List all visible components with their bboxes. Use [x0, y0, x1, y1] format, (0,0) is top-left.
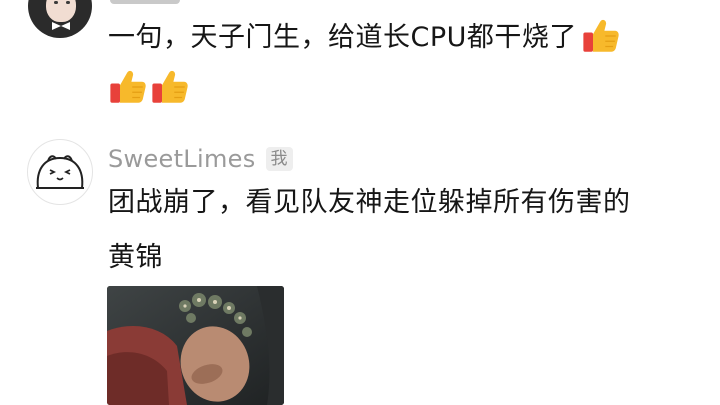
mochi-cat-icon [36, 155, 84, 189]
thumbs-up-icon [110, 70, 146, 103]
comment-item[interactable]: SweetLimes 我 团战崩了，看见队友神走位躲掉所有伤害的 黄锦 [0, 136, 720, 405]
avatar-eye [54, 1, 58, 4]
comment-text: 一句，天子门生，给道长CPU都干烧了 [108, 15, 621, 61]
avatar-eye [66, 1, 70, 4]
thumbs-up-icon [583, 19, 619, 52]
username[interactable]: SweetLimes [108, 145, 256, 173]
comment-text-line: 黄锦 [108, 242, 163, 273]
avatar-face [46, 0, 76, 22]
avatar[interactable] [27, 139, 93, 205]
thumbs-up-icon [152, 70, 188, 103]
comment-header: SweetLimes 我 [108, 142, 293, 176]
username-cut-off [110, 0, 180, 4]
photo-illustration [107, 286, 284, 405]
attached-image[interactable] [107, 286, 284, 405]
comment-item[interactable]: 一句，天子门生，给道长CPU都干烧了 [0, 0, 720, 128]
me-badge: 我 [265, 147, 293, 171]
comment-text-line: 团战崩了，看见队友神走位躲掉所有伤害的 [108, 187, 631, 218]
avatar-bow-tie [52, 22, 70, 30]
comment-text-content: 一句，天子门生，给道长CPU都干烧了 [108, 22, 577, 53]
avatar[interactable] [28, 0, 92, 38]
reaction-row [106, 66, 190, 114]
